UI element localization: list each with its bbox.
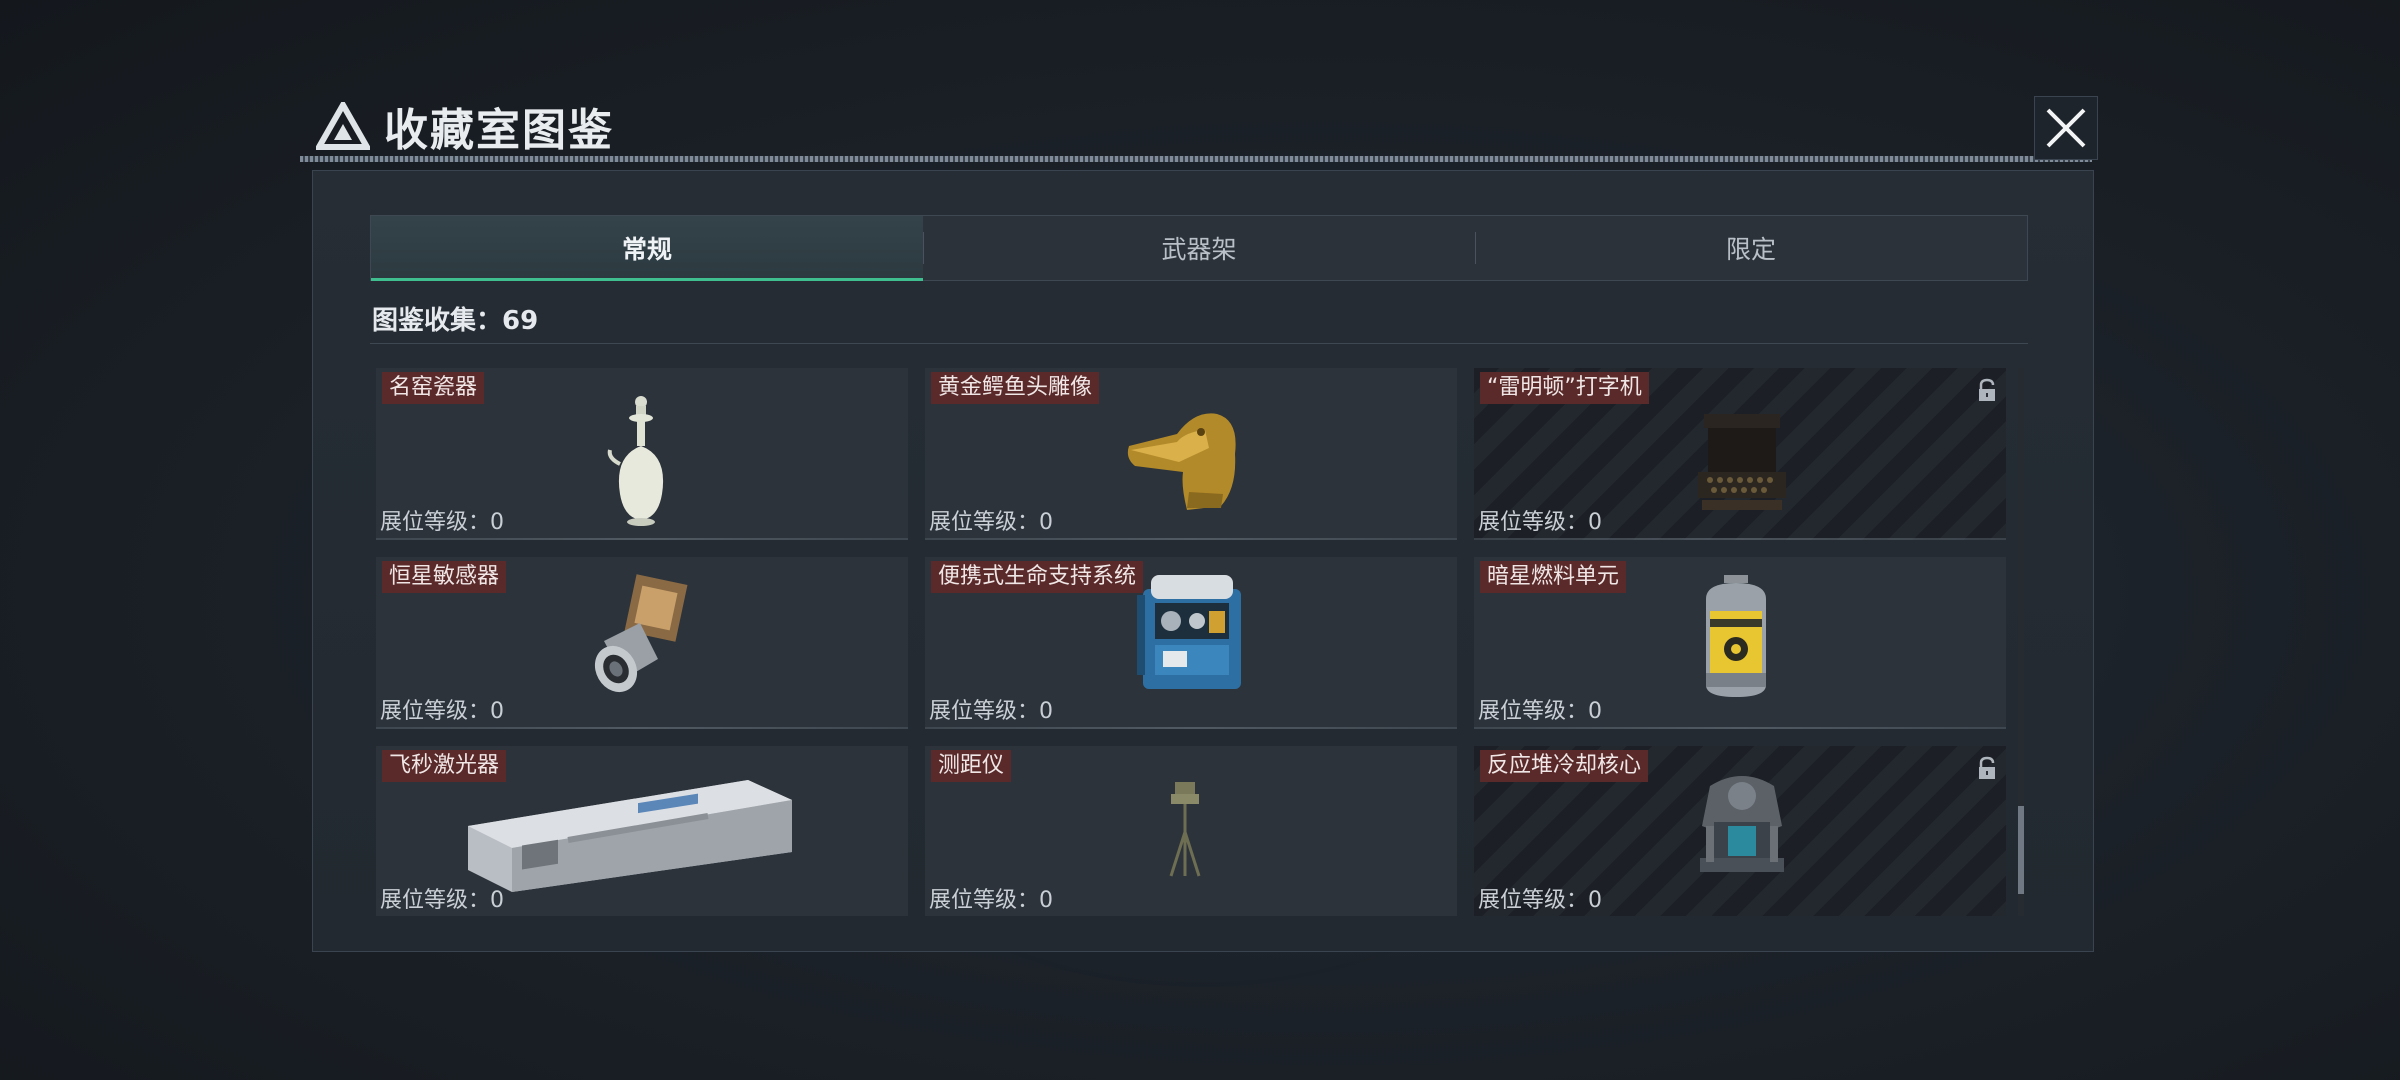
item-card[interactable]: 便携式生命支持系统 展位等级：0 bbox=[925, 557, 1457, 729]
fuel-canister-icon bbox=[1706, 575, 1766, 697]
close-icon bbox=[2046, 108, 2086, 148]
close-button[interactable] bbox=[2034, 96, 2098, 160]
card-divider bbox=[1474, 538, 2006, 540]
window-title: 收藏室图鉴 bbox=[384, 105, 614, 156]
item-card[interactable]: 黄金鳄鱼头雕像 展位等级：0 bbox=[925, 368, 1457, 540]
exhibit-level: 展位等级：0 bbox=[1478, 888, 1602, 913]
typewriter-icon bbox=[1698, 414, 1786, 510]
item-name-tag: 暗星燃料单元 bbox=[1480, 561, 1627, 593]
item-card[interactable]: 测距仪 展位等级：0 bbox=[925, 746, 1457, 916]
exhibit-level: 展位等级：0 bbox=[380, 699, 504, 724]
life-support-icon bbox=[1137, 575, 1241, 689]
item-card[interactable]: 反应堆冷却核心 展位等级：0 bbox=[1474, 746, 2006, 916]
porcelain-vase-icon bbox=[607, 396, 664, 526]
exhibit-level: 展位等级：0 bbox=[929, 699, 1053, 724]
tab-regular[interactable]: 常规 bbox=[371, 216, 923, 281]
item-grid: 名窑瓷器 展位等级：0 黄金鳄鱼头雕像 展位等级：0 “雷明顿”打字机 展位等级… bbox=[376, 368, 2006, 916]
item-name-tag: 反应堆冷却核心 bbox=[1480, 750, 1649, 782]
scrollbar-thumb[interactable] bbox=[2018, 806, 2024, 894]
star-sensor-icon bbox=[594, 574, 688, 693]
item-card[interactable]: 名窑瓷器 展位等级：0 bbox=[376, 368, 908, 540]
tab-label: 常规 bbox=[621, 235, 672, 264]
card-divider bbox=[376, 727, 908, 729]
laser-box-icon bbox=[468, 780, 792, 892]
item-name-tag: 飞秒激光器 bbox=[382, 750, 507, 782]
item-card[interactable]: 飞秒激光器 展位等级：0 bbox=[376, 746, 908, 916]
item-name-tag: “雷明顿”打字机 bbox=[1480, 372, 1649, 404]
exhibit-level: 展位等级：0 bbox=[929, 510, 1053, 535]
tab-weapon-rack[interactable]: 武器架 bbox=[923, 216, 1475, 280]
lock-icon bbox=[1979, 756, 1995, 779]
item-name-tag: 恒星敏感器 bbox=[382, 561, 507, 593]
item-card[interactable]: “雷明顿”打字机 展位等级：0 bbox=[1474, 368, 2006, 540]
item-name-tag: 测距仪 bbox=[931, 750, 1012, 782]
exhibit-level: 展位等级：0 bbox=[1478, 510, 1602, 535]
collection-count: 图鉴收集：69 bbox=[372, 306, 539, 336]
item-card[interactable]: 暗星燃料单元 展位等级：0 bbox=[1474, 557, 2006, 729]
window-header: 收藏室图鉴 bbox=[316, 96, 614, 156]
card-divider bbox=[1474, 727, 2006, 729]
tripod-rangefinder-icon bbox=[1169, 782, 1201, 877]
reactor-core-icon bbox=[1700, 776, 1784, 872]
tab-bar: 常规 武器架 限定 bbox=[370, 215, 2028, 281]
lock-icon bbox=[1979, 378, 1995, 401]
item-name-tag: 黄金鳄鱼头雕像 bbox=[931, 372, 1100, 404]
section-divider bbox=[370, 343, 2028, 344]
card-divider bbox=[376, 538, 908, 540]
exhibit-level: 展位等级：0 bbox=[380, 888, 504, 913]
item-card[interactable]: 恒星敏感器 展位等级：0 bbox=[376, 557, 908, 729]
tab-limited[interactable]: 限定 bbox=[1475, 216, 2027, 280]
exhibit-level: 展位等级：0 bbox=[380, 510, 504, 535]
card-divider bbox=[925, 727, 1457, 729]
delta-logo-icon bbox=[316, 102, 370, 150]
item-name-tag: 名窑瓷器 bbox=[382, 372, 485, 404]
tab-label: 限定 bbox=[1725, 235, 1776, 264]
exhibit-level: 展位等级：0 bbox=[929, 888, 1053, 913]
item-name-tag: 便携式生命支持系统 bbox=[931, 561, 1144, 593]
card-divider bbox=[925, 538, 1457, 540]
header-divider bbox=[300, 156, 2092, 162]
tab-label: 武器架 bbox=[1161, 235, 1237, 264]
golden-crocodile-head-icon bbox=[1127, 413, 1236, 510]
exhibit-level: 展位等级：0 bbox=[1478, 699, 1602, 724]
